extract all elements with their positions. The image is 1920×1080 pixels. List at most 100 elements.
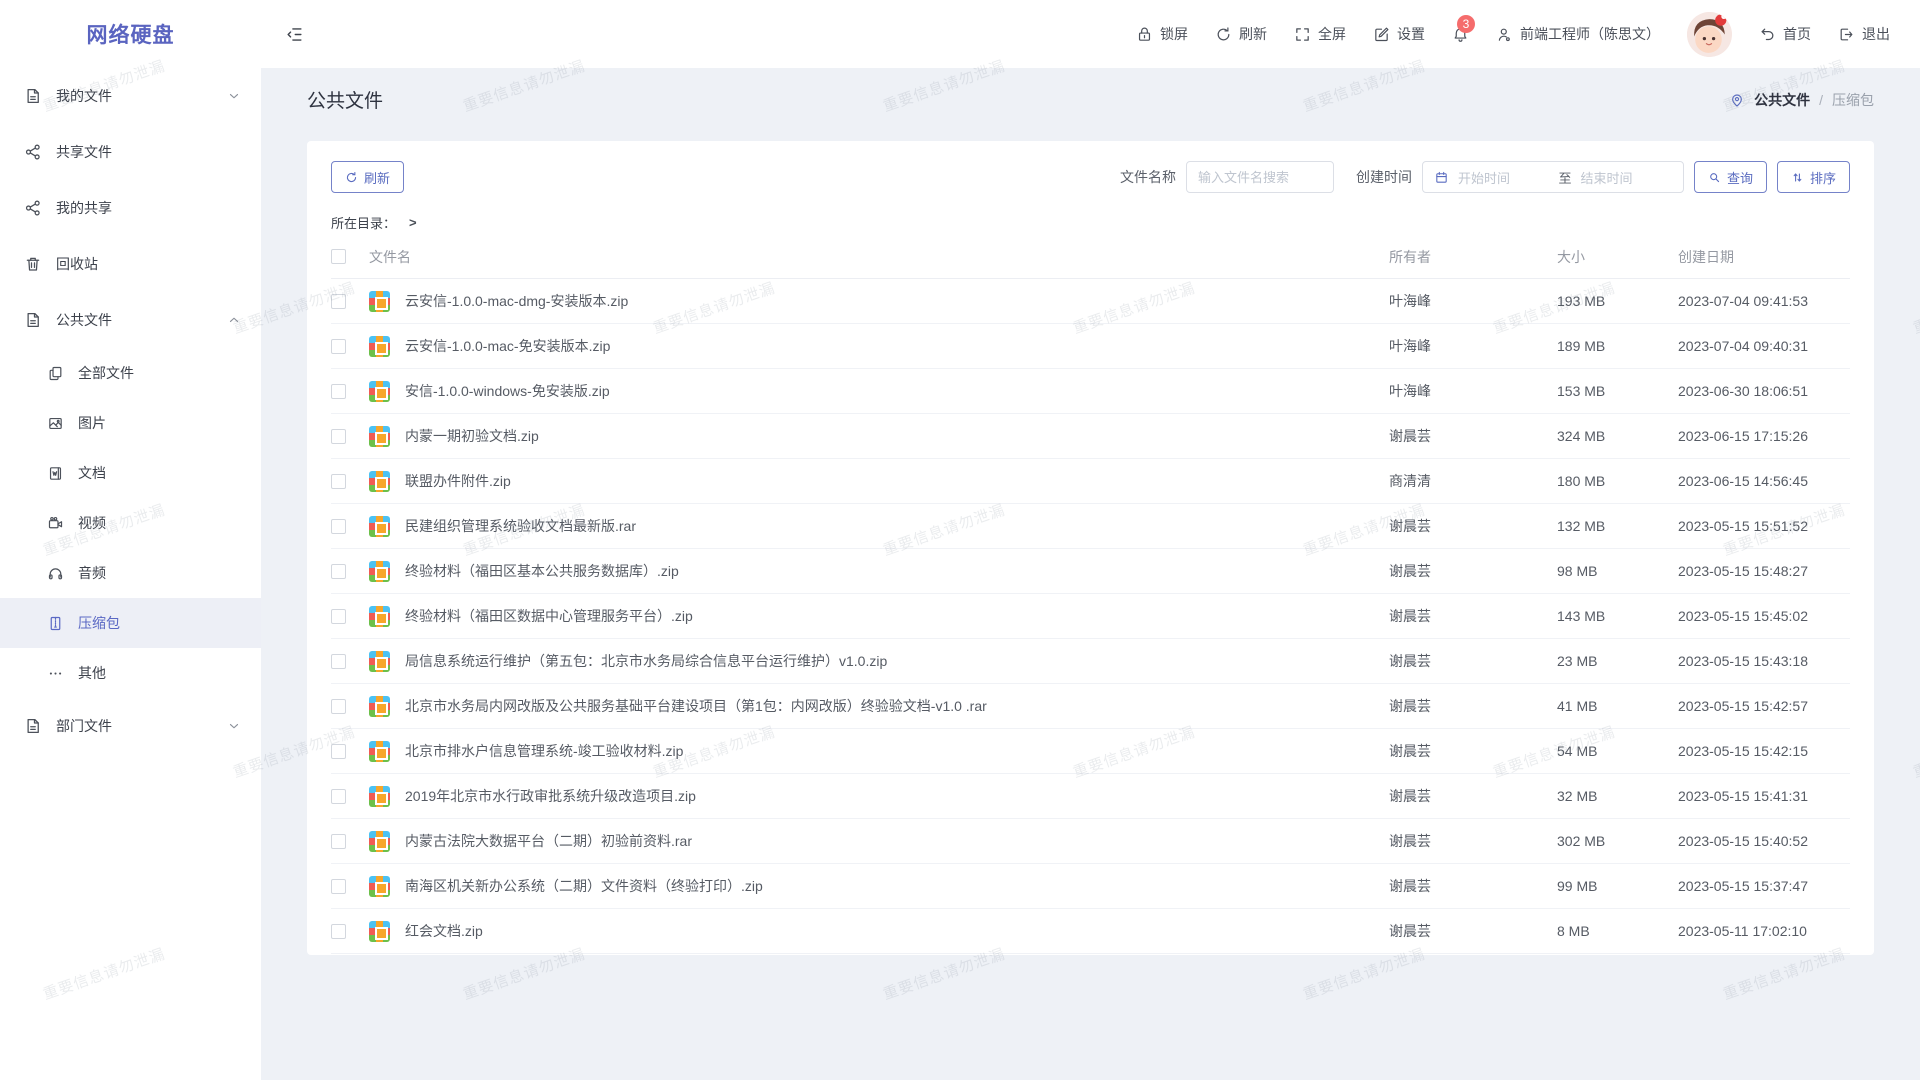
- file-name[interactable]: 联盟办件附件.zip: [405, 471, 1389, 491]
- sidebar-collapse-icon[interactable]: [285, 25, 304, 44]
- user-menu[interactable]: 前端工程师（陈思文）: [1496, 24, 1660, 44]
- row-checkbox[interactable]: [331, 879, 346, 894]
- sidebar-item-shared-files[interactable]: 共享文件: [0, 124, 261, 180]
- chevron-down-icon: [227, 89, 241, 103]
- row-checkbox[interactable]: [331, 789, 346, 804]
- sidebar-item-recycle-bin[interactable]: 回收站: [0, 236, 261, 292]
- row-checkbox[interactable]: [331, 924, 346, 939]
- filename-label: 文件名称: [1120, 167, 1176, 187]
- table-row: 终验材料（福田区数据中心管理服务平台）.zip谢晨芸143 MB2023-05-…: [331, 594, 1850, 639]
- file-name[interactable]: 北京市排水户信息管理系统-竣工验收材料.zip: [405, 741, 1389, 761]
- sidebar-item-my-files[interactable]: 我的文件: [0, 68, 261, 124]
- date-range-picker[interactable]: 开始时间 至 结束时间: [1422, 161, 1684, 193]
- sidebar-item-images[interactable]: 图片: [0, 398, 261, 448]
- zip-file-icon: [369, 741, 390, 762]
- row-checkbox[interactable]: [331, 384, 346, 399]
- breadcrumb: 公共文件 / 压缩包: [1729, 90, 1874, 110]
- table-row: 终验材料（福田区基本公共服务数据库）.zip谢晨芸98 MB2023-05-15…: [331, 549, 1850, 594]
- row-checkbox[interactable]: [331, 519, 346, 534]
- file-size: 193 MB: [1557, 293, 1678, 309]
- list-refresh-button[interactable]: 刷新: [331, 161, 404, 193]
- sidebar-item-label: 部门文件: [56, 716, 112, 736]
- file-name[interactable]: 内蒙古法院大数据平台（二期）初验前资料.rar: [405, 831, 1389, 851]
- sidebar-item-label: 其他: [78, 663, 106, 683]
- file-created-date: 2023-05-15 15:51:52: [1678, 518, 1850, 534]
- zip-file-icon: [369, 516, 390, 537]
- file-name[interactable]: 终验材料（福田区数据中心管理服务平台）.zip: [405, 606, 1389, 626]
- file-size: 153 MB: [1557, 383, 1678, 399]
- logout-label: 退出: [1862, 24, 1890, 44]
- file-owner: 谢晨芸: [1389, 741, 1557, 761]
- file-name[interactable]: 内蒙一期初验文档.zip: [405, 426, 1389, 446]
- breadcrumb-parent[interactable]: 公共文件: [1754, 90, 1810, 110]
- settings-button[interactable]: 设置: [1373, 24, 1425, 44]
- file-name[interactable]: 云安信-1.0.0-mac-dmg-安装版本.zip: [405, 291, 1389, 311]
- undo-arrow-icon: [1759, 26, 1776, 43]
- list-refresh-label: 刷新: [364, 168, 390, 187]
- sidebar-item-archives[interactable]: 压缩包: [0, 598, 261, 648]
- main-area: 锁屏 刷新 全屏 设置 3: [261, 0, 1920, 1080]
- fullscreen-label: 全屏: [1318, 24, 1346, 44]
- file-name[interactable]: 南海区机关新办公系统（二期）文件资料（终验打印）.zip: [405, 876, 1389, 896]
- header-owner: 所有者: [1389, 247, 1557, 267]
- sidebar-item-public-files[interactable]: 公共文件: [0, 292, 261, 348]
- table-row: 2019年北京市水行政审批系统升级改造项目.zip谢晨芸32 MB2023-05…: [331, 774, 1850, 819]
- file-icon: [24, 311, 42, 329]
- query-label: 查询: [1727, 168, 1753, 187]
- sidebar-item-all-files[interactable]: 全部文件: [0, 348, 261, 398]
- logout-button[interactable]: 退出: [1838, 24, 1890, 44]
- table-row: 局信息系统运行维护（第五包：北京市水务局综合信息平台运行维护）v1.0.zip谢…: [331, 639, 1850, 684]
- row-checkbox[interactable]: [331, 564, 346, 579]
- row-checkbox[interactable]: [331, 699, 346, 714]
- sidebar-item-audio[interactable]: 音频: [0, 548, 261, 598]
- row-checkbox[interactable]: [331, 474, 346, 489]
- file-name[interactable]: 云安信-1.0.0-mac-免安装版本.zip: [405, 336, 1389, 356]
- notification-badge: 3: [1457, 15, 1475, 33]
- row-checkbox[interactable]: [331, 294, 346, 309]
- file-name[interactable]: 红会文档.zip: [405, 921, 1389, 941]
- file-name[interactable]: 2019年北京市水行政审批系统升级改造项目.zip: [405, 786, 1389, 806]
- header-created-date: 创建日期: [1678, 247, 1850, 267]
- sidebar-item-my-shares[interactable]: 我的共享: [0, 180, 261, 236]
- file-size: 54 MB: [1557, 743, 1678, 759]
- chevron-down-icon: [227, 719, 241, 733]
- sidebar-item-others[interactable]: 其他: [0, 648, 261, 698]
- row-checkbox[interactable]: [331, 744, 346, 759]
- sidebar-item-label: 我的共享: [56, 198, 112, 218]
- row-checkbox[interactable]: [331, 609, 346, 624]
- file-name[interactable]: 安信-1.0.0-windows-免安装版.zip: [405, 381, 1389, 401]
- file-name[interactable]: 终验材料（福田区基本公共服务数据库）.zip: [405, 561, 1389, 581]
- home-button[interactable]: 首页: [1759, 24, 1811, 44]
- location-pin-icon: [1729, 92, 1745, 108]
- file-size: 32 MB: [1557, 788, 1678, 804]
- sort-button[interactable]: 排序: [1777, 161, 1850, 193]
- filename-search-input[interactable]: [1186, 161, 1334, 193]
- file-created-date: 2023-05-15 15:40:52: [1678, 833, 1850, 849]
- table-row: 红会文档.zip谢晨芸8 MB2023-05-11 17:02:10: [331, 909, 1850, 954]
- sidebar-item-department-files[interactable]: 部门文件: [0, 698, 261, 754]
- row-checkbox[interactable]: [331, 429, 346, 444]
- sidebar-item-label: 公共文件: [56, 310, 112, 330]
- row-checkbox[interactable]: [331, 834, 346, 849]
- sidebar-item-documents[interactable]: 文档: [0, 448, 261, 498]
- row-checkbox[interactable]: [331, 654, 346, 669]
- directory-path[interactable]: >: [409, 215, 417, 230]
- file-name[interactable]: 民建组织管理系统验收文档最新版.rar: [405, 516, 1389, 536]
- row-checkbox[interactable]: [331, 339, 346, 354]
- refresh-button[interactable]: 刷新: [1215, 24, 1267, 44]
- fullscreen-button[interactable]: 全屏: [1294, 24, 1346, 44]
- file-created-date: 2023-05-15 15:37:47: [1678, 878, 1850, 894]
- zip-file-icon: [369, 426, 390, 447]
- file-name[interactable]: 北京市水务局内网改版及公共服务基础平台建设项目（第1包：内网改版）终验验文档-v…: [405, 696, 1389, 716]
- avatar[interactable]: [1687, 12, 1732, 57]
- notifications-button[interactable]: 3: [1452, 26, 1469, 43]
- file-name[interactable]: 局信息系统运行维护（第五包：北京市水务局综合信息平台运行维护）v1.0.zip: [405, 651, 1389, 671]
- file-size: 99 MB: [1557, 878, 1678, 894]
- query-button[interactable]: 查询: [1694, 161, 1767, 193]
- zip-file-icon: [369, 696, 390, 717]
- sidebar-item-videos[interactable]: 视频: [0, 498, 261, 548]
- select-all-checkbox[interactable]: [331, 249, 346, 264]
- file-size: 143 MB: [1557, 608, 1678, 624]
- lock-screen-button[interactable]: 锁屏: [1136, 24, 1188, 44]
- refresh-label: 刷新: [1239, 24, 1267, 44]
